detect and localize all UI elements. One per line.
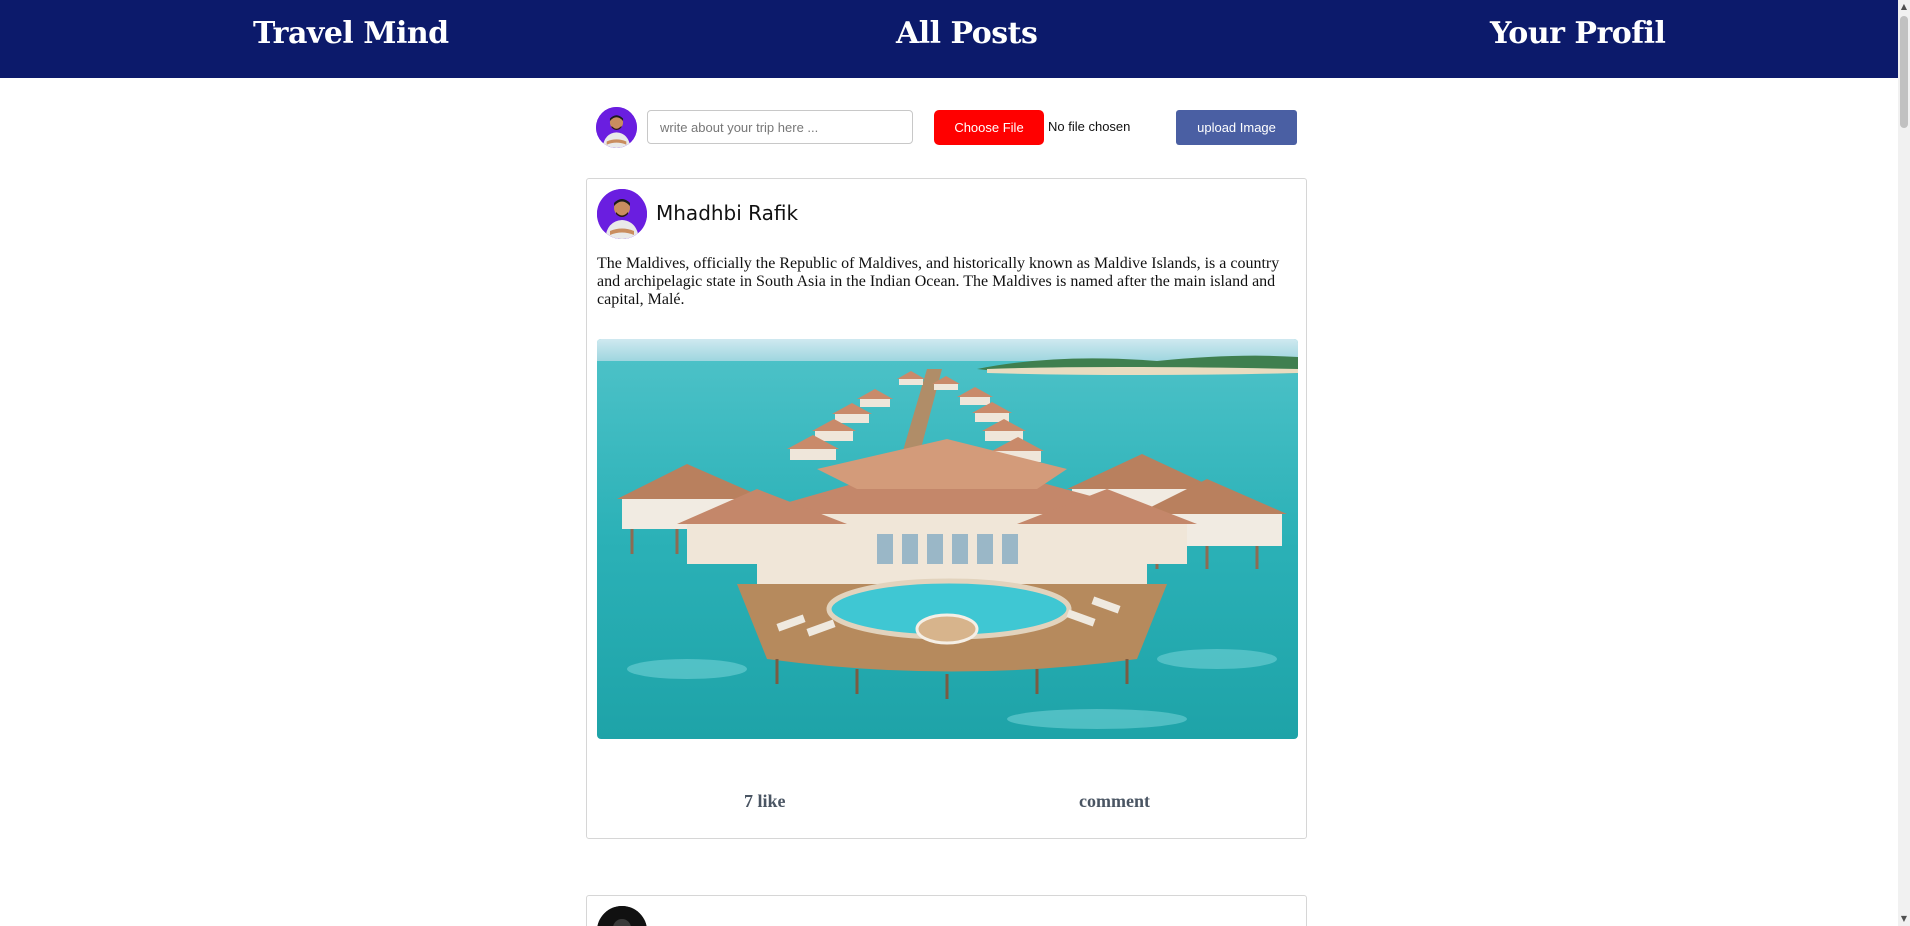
page-scrollbar[interactable]: ▲ ▼ bbox=[1898, 0, 1910, 926]
like-button[interactable]: 7 like bbox=[744, 791, 786, 812]
trip-text-input[interactable] bbox=[647, 110, 913, 144]
choose-file-button[interactable]: Choose File bbox=[934, 110, 1044, 145]
post-author-avatar[interactable] bbox=[597, 906, 647, 926]
post-image bbox=[597, 339, 1298, 739]
post-composer: Choose File No file chosen upload Image bbox=[596, 107, 1298, 149]
upload-image-button[interactable]: upload Image bbox=[1176, 110, 1297, 145]
nav-your-profile[interactable]: Your Profil bbox=[1490, 16, 1666, 51]
post-author-name[interactable]: Mhadhbi Rafik bbox=[656, 201, 798, 225]
navbar: Travel Mind All Posts Your Profil bbox=[0, 0, 1898, 78]
comment-button[interactable]: comment bbox=[1079, 791, 1150, 812]
file-status-label: No file chosen bbox=[1048, 119, 1131, 134]
scrollbar-thumb[interactable] bbox=[1900, 16, 1908, 128]
post-body-text: The Maldives, officially the Republic of… bbox=[597, 255, 1280, 308]
scroll-up-arrow-icon[interactable]: ▲ bbox=[1898, 0, 1910, 14]
user-avatar-icon bbox=[597, 189, 647, 239]
post-author-avatar[interactable] bbox=[597, 189, 647, 239]
user-avatar-icon bbox=[597, 906, 647, 926]
scroll-down-arrow-icon[interactable]: ▼ bbox=[1898, 912, 1910, 926]
composer-avatar bbox=[596, 107, 637, 148]
user-avatar-icon bbox=[596, 107, 637, 148]
maldives-villas-image bbox=[597, 339, 1298, 739]
page: Travel Mind All Posts Your Profil Choose… bbox=[0, 0, 1910, 926]
post-card bbox=[586, 895, 1307, 926]
nav-brand[interactable]: Travel Mind bbox=[253, 16, 449, 51]
post-card: Mhadhbi Rafik The Maldives, officially t… bbox=[586, 178, 1307, 839]
nav-all-posts[interactable]: All Posts bbox=[896, 16, 1038, 51]
